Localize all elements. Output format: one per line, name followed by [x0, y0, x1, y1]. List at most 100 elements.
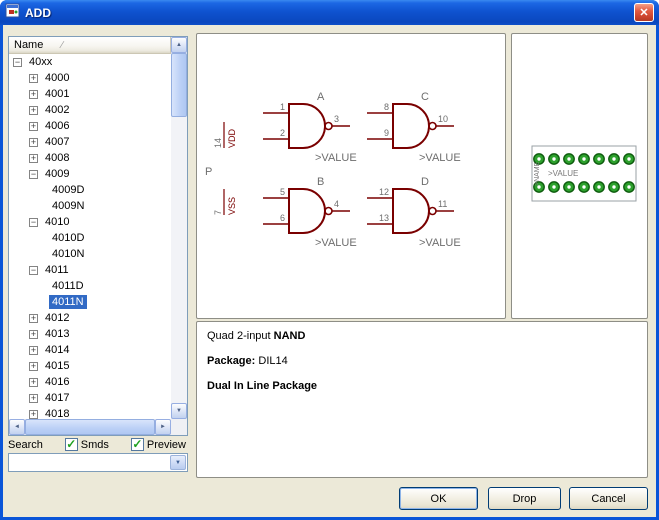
- close-button[interactable]: ✕: [634, 3, 654, 22]
- expand-plus-icon[interactable]: +: [29, 106, 38, 115]
- scroll-down-button[interactable]: ▼: [171, 403, 187, 419]
- svg-text:14: 14: [213, 138, 223, 148]
- collapse-minus-icon[interactable]: −: [29, 218, 38, 227]
- tree-item-label: 4011: [42, 263, 72, 277]
- tree-item-4009n[interactable]: 4009N: [9, 198, 171, 214]
- scroll-right-icon: ►: [160, 424, 166, 430]
- tree-item-4008[interactable]: +4008: [9, 150, 171, 166]
- expand-plus-icon[interactable]: +: [29, 74, 38, 83]
- svg-text:>VALUE: >VALUE: [548, 169, 578, 178]
- tree-item-label: 4001: [42, 87, 72, 101]
- expand-plus-icon[interactable]: +: [29, 362, 38, 371]
- smds-checkbox-label: Smds: [81, 439, 109, 451]
- svg-text:9: 9: [384, 128, 389, 138]
- svg-text:>NAME: >NAME: [534, 161, 541, 186]
- svg-text:VSS: VSS: [227, 197, 237, 215]
- tree-header-name[interactable]: Name ∕: [9, 37, 171, 54]
- tree-item-4017[interactable]: +4017: [9, 390, 171, 406]
- chevron-down-icon: ▼: [175, 460, 181, 466]
- tree-item-4012[interactable]: +4012: [9, 310, 171, 326]
- svg-text:10: 10: [438, 114, 448, 124]
- tree-item-label: 4012: [42, 311, 72, 325]
- description-line: Package: DIL14: [207, 355, 637, 367]
- dialog-content: Name ∕ −40xx+4000+4001+4002+4006+4007+40…: [3, 25, 656, 517]
- expand-plus-icon[interactable]: +: [29, 90, 38, 99]
- horizontal-scroll-thumb[interactable]: [25, 419, 155, 435]
- tree-item-4013[interactable]: +4013: [9, 326, 171, 342]
- svg-text:1: 1: [280, 102, 285, 112]
- tree-item-4007[interactable]: +4007: [9, 134, 171, 150]
- drop-button[interactable]: Drop: [488, 487, 561, 510]
- svg-text:3: 3: [334, 114, 339, 124]
- vertical-scroll-thumb[interactable]: [171, 53, 187, 117]
- tree-item-label: 4011N: [49, 295, 87, 309]
- expand-plus-icon[interactable]: +: [29, 154, 38, 163]
- tree-horizontal-scrollbar[interactable]: ◄ ►: [9, 419, 171, 435]
- tree-item-4010[interactable]: −4010: [9, 214, 171, 230]
- description-content: Quad 2-input NANDPackage: DIL14Dual In L…: [207, 330, 637, 392]
- tree-item-4014[interactable]: +4014: [9, 342, 171, 358]
- expand-plus-icon[interactable]: +: [29, 346, 38, 355]
- collapse-minus-icon[interactable]: −: [29, 266, 38, 275]
- tree-item-label: 4000: [42, 71, 72, 85]
- tree-item-label: 4009D: [49, 183, 87, 197]
- tree-item-4016[interactable]: +4016: [9, 374, 171, 390]
- tree-item-4002[interactable]: +4002: [9, 102, 171, 118]
- svg-text:8: 8: [384, 102, 389, 112]
- expand-plus-icon[interactable]: +: [29, 138, 38, 147]
- tree-item-4010n[interactable]: 4010N: [9, 246, 171, 262]
- svg-text:>VALUE: >VALUE: [419, 152, 461, 164]
- expand-plus-icon[interactable]: +: [29, 314, 38, 323]
- tree-rows: −40xx+4000+4001+4002+4006+4007+4008−4009…: [9, 54, 171, 419]
- expand-plus-icon[interactable]: +: [29, 122, 38, 131]
- expand-plus-icon[interactable]: +: [29, 378, 38, 387]
- tree-item-4018[interactable]: +4018: [9, 406, 171, 419]
- combo-dropdown-button[interactable]: ▼: [170, 455, 186, 470]
- ok-button[interactable]: OK: [399, 487, 478, 510]
- tree-vertical-scrollbar[interactable]: ▲ ▼: [171, 37, 187, 419]
- tree-item-4011n[interactable]: 4011N: [9, 294, 171, 310]
- tree-item-4009[interactable]: −4009: [9, 166, 171, 182]
- smds-checkbox[interactable]: ✓ Smds: [65, 438, 109, 451]
- collapse-minus-icon[interactable]: −: [29, 170, 38, 179]
- expand-plus-icon[interactable]: +: [29, 394, 38, 403]
- titlebar[interactable]: ADD ✕: [0, 0, 659, 25]
- preview-checkbox[interactable]: ✓ Preview: [131, 438, 186, 451]
- preview-checkbox-box[interactable]: ✓: [131, 438, 144, 451]
- search-combobox[interactable]: ▼: [8, 453, 188, 472]
- package-svg: >NAME >VALUE: [512, 34, 647, 318]
- tree-item-40xx[interactable]: −40xx: [9, 54, 171, 70]
- description-line: Dual In Line Package: [207, 380, 637, 392]
- svg-text:B: B: [317, 176, 324, 188]
- svg-text:7: 7: [213, 210, 223, 215]
- tree-item-4006[interactable]: +4006: [9, 118, 171, 134]
- tree-item-label: 4014: [42, 343, 72, 357]
- svg-text:6: 6: [280, 213, 285, 223]
- svg-text:4: 4: [334, 199, 339, 209]
- cancel-button[interactable]: Cancel: [569, 487, 648, 510]
- tree-item-4009d[interactable]: 4009D: [9, 182, 171, 198]
- svg-text:C: C: [421, 91, 429, 103]
- smds-checkbox-box[interactable]: ✓: [65, 438, 78, 451]
- expand-plus-icon[interactable]: +: [29, 330, 38, 339]
- tree-item-4010d[interactable]: 4010D: [9, 230, 171, 246]
- tree-item-label: 4010D: [49, 231, 87, 245]
- symbol-preview-panel: 123A>VALUE8910C>VALUE564B>VALUE121311D>V…: [196, 33, 506, 319]
- tree-item-label: 4010N: [49, 247, 87, 261]
- tree-item-4011[interactable]: −4011: [9, 262, 171, 278]
- search-input[interactable]: [11, 455, 167, 470]
- expand-plus-icon[interactable]: +: [29, 410, 38, 419]
- scroll-left-button[interactable]: ◄: [9, 419, 25, 435]
- scroll-up-button[interactable]: ▲: [171, 37, 187, 53]
- scroll-right-button[interactable]: ►: [155, 419, 171, 435]
- tree-item-label: 4006: [42, 119, 72, 133]
- tree-item-4011d[interactable]: 4011D: [9, 278, 171, 294]
- svg-text:13: 13: [379, 213, 389, 223]
- svg-text:VDD: VDD: [227, 128, 237, 148]
- collapse-minus-icon[interactable]: −: [13, 58, 22, 67]
- tree-item-4015[interactable]: +4015: [9, 358, 171, 374]
- svg-text:D: D: [421, 176, 429, 188]
- check-icon: ✓: [66, 438, 76, 450]
- tree-item-4000[interactable]: +4000: [9, 70, 171, 86]
- tree-item-4001[interactable]: +4001: [9, 86, 171, 102]
